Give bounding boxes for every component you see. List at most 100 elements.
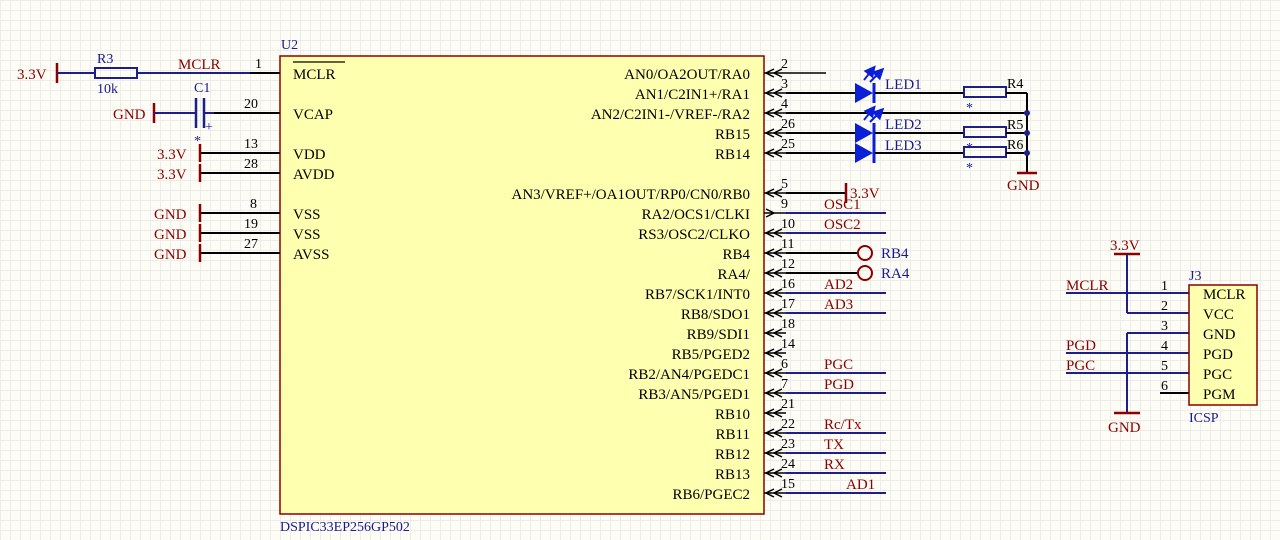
right-nets: 3.3V OSC1 OSC2 RB4 RA4 AD2 AD3 PGC PGD R… (786, 183, 910, 494)
j3-net-pgd: PGD (1066, 338, 1096, 354)
u2-pin-number: 8 (250, 197, 257, 212)
j3-icsp-connector[interactable]: 3.3V MCLR GND PGD PGC J3 ICSP 1 MCLR 2 V… (1066, 238, 1258, 436)
u2-pin-name: AN0/OA2OUT/RA0 (624, 67, 750, 83)
power-pins-left: 3.3V 3.3V GND GND GND (154, 144, 202, 263)
j3-pin-name: PGD (1203, 347, 1233, 363)
j3-part-name: ICSP (1189, 411, 1219, 426)
j3-pin-name: VCC (1203, 307, 1234, 323)
r3-resistor[interactable] (94, 67, 138, 79)
u2-pin-name: AN2/C2IN1-/VREF-/RA2 (591, 107, 750, 123)
net-label-pgd: PGD (824, 377, 854, 393)
net-label-rctx: Rc/Tx (824, 417, 862, 433)
r6-star: * (966, 161, 973, 176)
u2-pin-name: RB14 (715, 147, 751, 163)
u2-pin-name: RB4 (722, 247, 750, 263)
u2-pin-name: VSS (293, 227, 321, 243)
power-label: GND (154, 247, 187, 263)
led1-diode[interactable] (855, 83, 873, 103)
led2-diode[interactable] (855, 123, 873, 143)
u2-pin-name: RB12 (715, 447, 750, 463)
c1-polarity: + (205, 120, 213, 135)
port-label-rb4: RB4 (881, 246, 909, 262)
u2-pin-name: RB8/SDO1 (681, 307, 750, 323)
port-label-ra4: RA4 (881, 266, 910, 282)
port-ra4[interactable] (857, 265, 873, 281)
r4-resistor[interactable] (963, 86, 1007, 98)
c1-refdes: C1 (194, 81, 210, 96)
u2-pin-name: RS3/OSC2/CLKO (638, 227, 750, 243)
u2-pin-name: MCLR (293, 67, 336, 83)
power-label: 3.3V (157, 167, 187, 183)
port-rb4[interactable] (857, 245, 873, 261)
u2-pin-name: RB3/AN5/PGED1 (638, 387, 750, 403)
u2-pin-name: AVSS (293, 247, 329, 263)
u2-body[interactable] (279, 55, 765, 515)
u2-pin-name: RB6/PGEC2 (672, 487, 750, 503)
u2-pin-number: 26 (781, 117, 795, 132)
j3-pin-number: 4 (1161, 339, 1168, 354)
r3-refdes: R3 (97, 52, 113, 67)
r5-refdes: R5 (1007, 118, 1023, 133)
led3-diode[interactable] (855, 143, 873, 163)
vcap-capacitor[interactable]: GND C1 * + (113, 81, 214, 149)
u2-pin-name: RB13 (715, 467, 750, 483)
led-circuit[interactable]: LED1 R4 * LED2 R5 * LED3 R6 * GND (786, 65, 1040, 194)
net-label-ad1: AD1 (846, 477, 875, 493)
net-label-ad2: AD2 (824, 277, 853, 293)
u2-pin-number: 15 (781, 477, 795, 492)
j3-pin-name: PGM (1203, 387, 1236, 403)
u2-pin-number: 16 (781, 277, 795, 292)
mclr-pullup[interactable]: 3.3V R3 10k MCLR (17, 52, 250, 97)
power-label: GND (113, 107, 146, 123)
u2-pin-name: RA4/ (717, 267, 750, 283)
u2-pin-name: RB9/SDI1 (687, 327, 750, 343)
u2-pin-name: AN3/VREF+/OA1OUT/RP0/CN0/RB0 (512, 187, 751, 203)
u2-pin-number: 14 (781, 337, 795, 352)
u2-pin-number: 24 (781, 457, 795, 472)
led2-refdes: LED2 (885, 117, 922, 133)
j3-gnd-label: GND (1108, 420, 1141, 436)
u2-pin-name: RB5/PGED2 (672, 347, 750, 363)
led3-refdes: LED3 (885, 138, 922, 154)
u2-pin-number: 23 (781, 437, 795, 452)
u2-pin-name: AN1/C2IN1+/RA1 (635, 87, 750, 103)
net-label-pgc: PGC (824, 357, 853, 373)
led-gnd-label: GND (1007, 178, 1040, 194)
u2-pin-name: RA2/OCS1/CLKI (642, 207, 750, 223)
power-label: GND (154, 227, 187, 243)
u2-pin-number: 1 (255, 57, 262, 72)
u2-pin-name: VSS (293, 207, 321, 223)
net-label-rx: RX (824, 457, 845, 473)
u2-pin-number: 28 (244, 157, 258, 172)
led1-refdes: LED1 (885, 77, 922, 93)
u2-pin-name: RB10 (715, 407, 750, 423)
u2-pin-name: RB7/SCK1/INT0 (645, 287, 750, 303)
u2-part-name: DSPIC33EP256GP502 (280, 520, 410, 535)
u2-pin-number: 17 (781, 297, 795, 312)
j3-power-label: 3.3V (1110, 238, 1140, 254)
net-label-osc2: OSC2 (824, 217, 861, 233)
u2-pin-number: 21 (781, 397, 795, 412)
r5-star: * (966, 141, 973, 156)
j3-pin-number: 6 (1161, 379, 1168, 394)
power-label: 3.3V (157, 147, 187, 163)
u2-pin-name: VDD (293, 147, 326, 163)
net-label-ad3: AD3 (824, 297, 853, 313)
u2-pin-number: 13 (244, 137, 258, 152)
net-label-mclr: MCLR (178, 57, 221, 73)
j3-refdes: J3 (1189, 269, 1201, 284)
r4-refdes: R4 (1007, 77, 1023, 92)
j3-pin-number: 5 (1161, 359, 1168, 374)
r6-refdes: R6 (1007, 138, 1023, 153)
u2-pin-number: 22 (781, 417, 795, 432)
net-label-osc1: OSC1 (824, 197, 861, 213)
schematic-canvas: U2 DSPIC33EP256GP502 1 MCLR 20 VCAP 13 V… (17, 38, 1258, 535)
u2-pin-name: AVDD (293, 167, 335, 183)
u2-pin-number: 9 (781, 197, 788, 212)
j3-pin-number: 1 (1161, 279, 1168, 294)
net-label-tx: TX (824, 437, 844, 453)
u2-pin-name: RB11 (716, 427, 750, 443)
power-label: GND (154, 207, 187, 223)
r5-resistor[interactable] (963, 126, 1007, 138)
j3-pin-number: 3 (1161, 319, 1168, 334)
